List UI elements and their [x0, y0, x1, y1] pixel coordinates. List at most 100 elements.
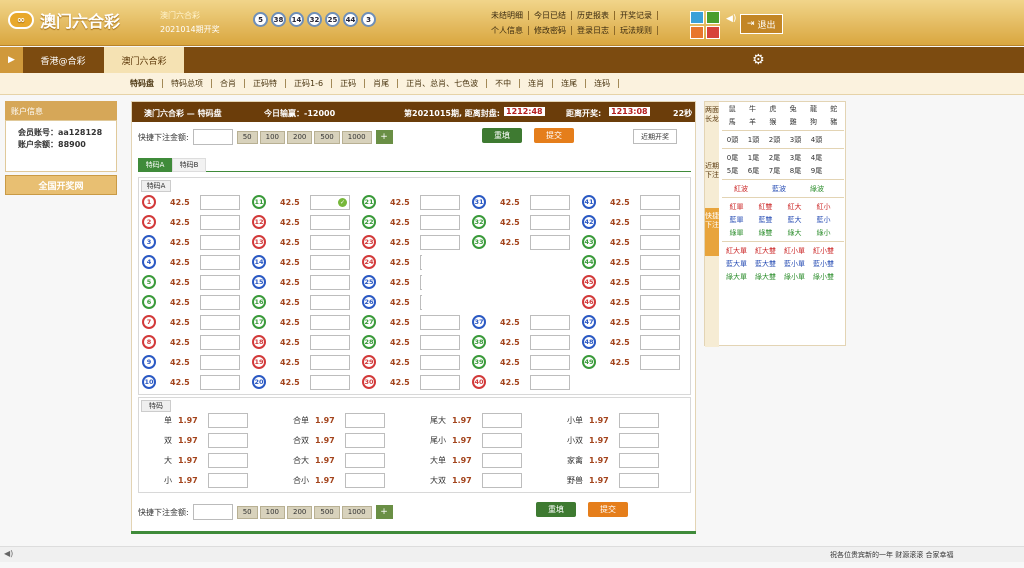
quick-option[interactable]: 藍大雙 — [751, 259, 780, 269]
subnav-item[interactable]: 正码 — [332, 79, 366, 88]
bet-amount-input[interactable] — [530, 354, 570, 370]
bet-amount-input[interactable] — [200, 214, 240, 230]
subnav-item[interactable]: 连尾 — [553, 79, 587, 88]
bet-amount-input[interactable] — [310, 314, 350, 330]
quick-option[interactable]: 綠小 — [809, 228, 838, 238]
quick-option[interactable]: 7尾 — [764, 166, 785, 176]
quick-option[interactable]: 3尾 — [785, 153, 806, 163]
bet-amount-input[interactable] — [345, 472, 385, 488]
bet-amount-input[interactable] — [482, 412, 522, 428]
volume-icon[interactable]: ◀) — [4, 549, 13, 558]
bet-amount-input[interactable] — [310, 234, 350, 250]
quick-option[interactable]: 藍小雙 — [809, 259, 838, 269]
bet-amount-input[interactable] — [420, 314, 460, 330]
quick-option[interactable]: 紅大 — [780, 202, 809, 212]
quick-option[interactable]: 0頭 — [722, 135, 743, 145]
quick-amount-button[interactable]: 50 — [236, 505, 258, 519]
quick-option[interactable]: 紅單 — [722, 202, 751, 212]
quick-option[interactable]: 龍 — [803, 104, 823, 114]
gear-icon[interactable]: ⚙ — [752, 52, 765, 68]
subnav-item[interactable]: 特码盘 — [122, 79, 163, 88]
quick-option[interactable]: 綠小單 — [780, 272, 809, 282]
quick-option[interactable]: 羊 — [742, 117, 762, 127]
theme-swatch[interactable] — [706, 26, 720, 39]
bet-amount-input[interactable] — [208, 412, 248, 428]
top-link[interactable]: 修改密码 — [529, 26, 572, 35]
reset-button[interactable]: 重填 — [482, 128, 522, 143]
quick-option[interactable]: 綠波 — [798, 184, 836, 194]
quick-option[interactable]: 綠大單 — [722, 272, 751, 282]
subnav-item[interactable]: 特码总项 — [163, 79, 212, 88]
bet-amount-input[interactable] — [200, 294, 240, 310]
submit-button[interactable]: 提交 — [588, 502, 628, 517]
bet-amount-input[interactable] — [530, 194, 570, 210]
bet-amount-input[interactable] — [640, 274, 680, 290]
add-button[interactable]: + — [375, 505, 393, 519]
quick-option[interactable]: 8尾 — [785, 166, 806, 176]
quick-option[interactable]: 紅小 — [809, 202, 838, 212]
quick-option[interactable]: 1尾 — [743, 153, 764, 163]
quick-option[interactable]: 馬 — [722, 117, 742, 127]
top-link[interactable]: 个人信息 — [486, 26, 529, 35]
quick-option[interactable]: 綠雙 — [751, 228, 780, 238]
subnav-item[interactable]: 正码1-6 — [286, 79, 333, 88]
bet-amount-input[interactable] — [310, 354, 350, 370]
quick-option[interactable]: 蛇 — [824, 104, 844, 114]
subnav-item[interactable]: 合肖 — [212, 79, 245, 88]
quick-option[interactable]: 2頭 — [764, 135, 785, 145]
quick-option[interactable]: 藍小單 — [780, 259, 809, 269]
bet-amount-input[interactable] — [482, 452, 522, 468]
bet-amount-input[interactable] — [310, 214, 350, 230]
bet-amount-input[interactable] — [345, 432, 385, 448]
quick-option[interactable]: 虎 — [763, 104, 783, 114]
tab-special-a[interactable]: 特码A — [138, 158, 172, 172]
top-link[interactable]: 玩法规则 — [615, 26, 658, 35]
quick-option[interactable]: 0尾 — [722, 153, 743, 163]
bet-amount-input[interactable] — [640, 314, 680, 330]
top-link[interactable]: 登录日志 — [572, 26, 615, 35]
bet-amount-input[interactable] — [530, 314, 570, 330]
bet-amount-input[interactable] — [619, 452, 659, 468]
tab-quick-bet[interactable]: 快捷下注 — [705, 208, 719, 256]
bet-amount-input[interactable] — [208, 432, 248, 448]
bet-amount-input[interactable] — [200, 194, 240, 210]
subnav-item[interactable]: 正肖、总肖、七色波 — [398, 79, 488, 88]
bet-amount-input[interactable] — [345, 452, 385, 468]
quick-option[interactable]: 3頭 — [785, 135, 806, 145]
quick-option[interactable]: 雞 — [783, 117, 803, 127]
bet-amount-input[interactable] — [640, 354, 680, 370]
quick-option[interactable]: 6尾 — [743, 166, 764, 176]
quick-option[interactable]: 綠單 — [722, 228, 751, 238]
top-link[interactable]: 历史报表 — [572, 11, 615, 20]
bet-amount-input[interactable] — [530, 214, 570, 230]
bet-amount-input[interactable] — [310, 254, 350, 270]
bet-amount-input[interactable] — [640, 254, 680, 270]
quick-option[interactable]: 紅大雙 — [751, 246, 780, 256]
theme-swatch[interactable] — [690, 26, 704, 39]
nav-arrow-icon[interactable]: ▶ — [0, 47, 23, 73]
quick-option[interactable]: 藍單 — [722, 215, 751, 225]
bet-amount-input[interactable] — [200, 354, 240, 370]
quick-amount-button[interactable]: 500 — [314, 505, 340, 519]
subnav-item[interactable]: 不中 — [487, 79, 521, 88]
quick-amount-button[interactable]: 100 — [259, 505, 285, 519]
recent-draws-button[interactable]: 近期开奖 — [633, 129, 677, 144]
quick-option[interactable]: 9尾 — [806, 166, 827, 176]
top-link[interactable]: 今日已结 — [529, 11, 572, 20]
bet-amount-input[interactable] — [640, 214, 680, 230]
quick-amount-button[interactable]: 1000 — [341, 130, 372, 144]
quick-option[interactable]: 藍小 — [809, 215, 838, 225]
quick-amount-button[interactable]: 100 — [259, 130, 285, 144]
bet-amount-input[interactable] — [420, 214, 460, 230]
bet-amount-input[interactable] — [619, 432, 659, 448]
bet-amount-input[interactable] — [640, 294, 680, 310]
bet-amount-input[interactable] — [640, 334, 680, 350]
quick-option[interactable]: 猴 — [763, 117, 783, 127]
quick-option[interactable]: 綠大 — [780, 228, 809, 238]
quick-option[interactable]: 紅小單 — [780, 246, 809, 256]
quick-option[interactable]: 綠大雙 — [751, 272, 780, 282]
logout-button[interactable]: ⇥ 退出 — [740, 14, 783, 34]
quick-option[interactable]: 綠小雙 — [809, 272, 838, 282]
lotto-site-link[interactable]: 全国开奖网 — [5, 175, 117, 195]
bet-amount-input[interactable] — [420, 234, 460, 250]
